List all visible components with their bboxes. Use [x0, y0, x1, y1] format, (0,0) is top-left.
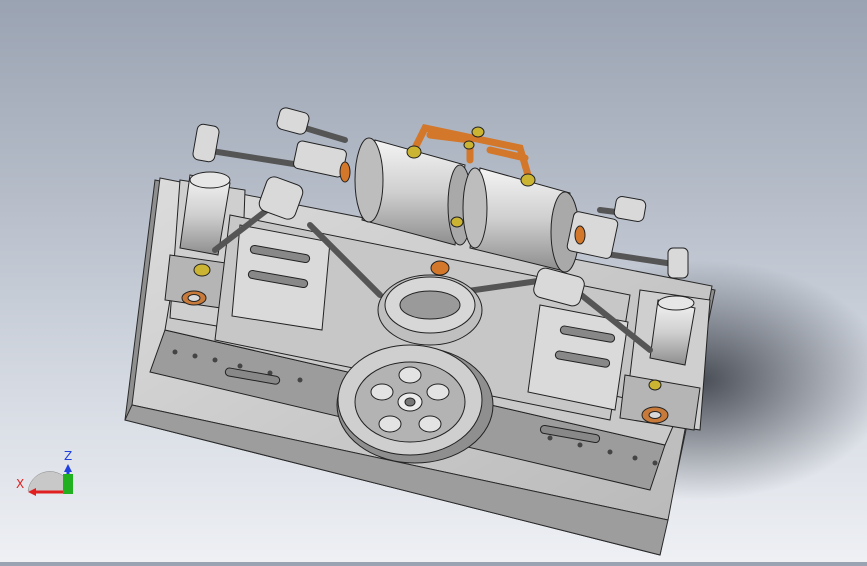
- x-axis-label: X: [16, 477, 24, 491]
- crank-disc[interactable]: [377, 274, 483, 346]
- cad-3d-viewport[interactable]: [0, 0, 867, 562]
- z-axis-arrowhead: [64, 464, 72, 472]
- y-axis-arrow: [63, 474, 73, 494]
- z-axis-label: Z: [64, 449, 72, 463]
- engine-assembly-model[interactable]: [0, 0, 867, 562]
- axis-triad: X Z: [10, 448, 90, 508]
